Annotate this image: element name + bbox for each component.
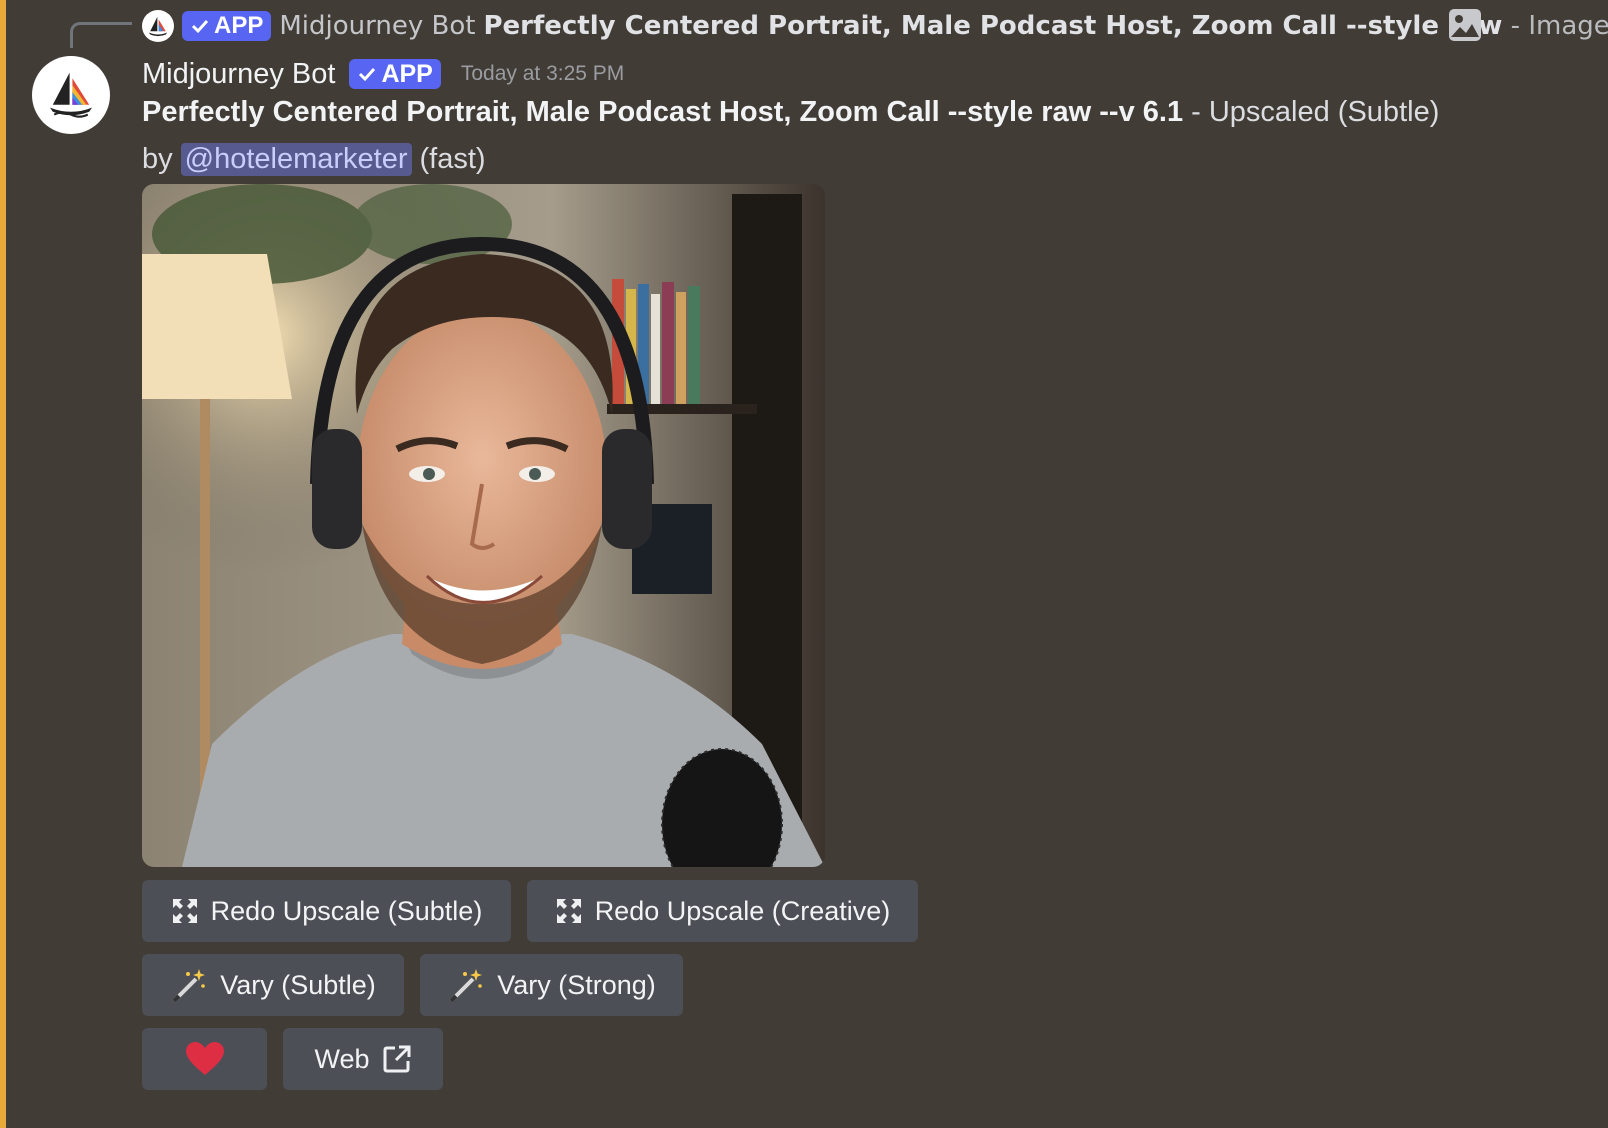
- author-name[interactable]: Midjourney Bot: [142, 58, 335, 91]
- upscale-status: - Upscaled (Subtle): [1183, 96, 1440, 128]
- vary-strong-button[interactable]: Vary (Strong): [420, 954, 683, 1016]
- redo-upscale-creative-label: Redo Upscale (Creative): [594, 895, 891, 926]
- checkmark-icon: [359, 67, 376, 82]
- expand-arrows-icon: [171, 897, 199, 925]
- reply-connector: [70, 22, 132, 48]
- timestamp: Today at 3:25 PM: [460, 62, 625, 85]
- message-header: Midjourney Bot APP Today at 3:25 PM: [142, 52, 624, 96]
- bot-avatar[interactable]: [32, 56, 110, 134]
- expand-arrows-icon: [555, 897, 583, 925]
- reply-app-badge: APP: [182, 11, 272, 41]
- message-container: APP Midjourney Bot Perfectly Centered Po…: [0, 0, 1608, 1128]
- reply-author[interactable]: Midjourney Bot: [279, 11, 475, 41]
- reply-reference[interactable]: APP Midjourney Bot Perfectly Centered Po…: [142, 6, 1608, 46]
- redo-upscale-creative-button[interactable]: Redo Upscale (Creative): [527, 880, 918, 942]
- reply-suffix: - Image ...: [1510, 11, 1608, 41]
- prompt-text: Perfectly Centered Portrait, Male Podcas…: [142, 96, 1184, 128]
- web-link-button[interactable]: Web: [283, 1028, 443, 1090]
- message-content-line2: by @hotelemarketer (fast): [142, 138, 486, 180]
- external-link-icon: [382, 1044, 412, 1074]
- redo-upscale-subtle-button[interactable]: Redo Upscale (Subtle): [142, 880, 511, 942]
- web-label: Web: [314, 1043, 370, 1074]
- generated-image[interactable]: [142, 184, 825, 867]
- portrait-illustration: [142, 184, 825, 867]
- reply-avatar[interactable]: [142, 10, 174, 42]
- image-icon: [1449, 9, 1481, 41]
- reply-prompt: Perfectly Centered Portrait, Male Podcas…: [483, 11, 1503, 41]
- by-label: by: [142, 142, 173, 175]
- vary-subtle-button[interactable]: Vary (Subtle): [142, 954, 404, 1016]
- checkmark-icon: [191, 19, 209, 34]
- redo-upscale-subtle-label: Redo Upscale (Subtle): [210, 895, 483, 926]
- favorite-button[interactable]: [142, 1028, 267, 1090]
- reply-snippet[interactable]: Perfectly Centered Portrait, Male Podcas…: [483, 11, 1608, 41]
- app-badge: APP: [349, 59, 441, 89]
- vary-strong-label: Vary (Strong): [497, 969, 656, 1000]
- sailboat-logo-icon: [148, 16, 168, 37]
- sailboat-logo-icon: [50, 72, 92, 118]
- vary-subtle-label: Vary (Subtle): [220, 969, 376, 1000]
- heart-icon: [185, 1041, 225, 1077]
- reply-app-badge-label: APP: [214, 12, 264, 39]
- app-badge-label: APP: [381, 59, 433, 88]
- user-mention[interactable]: @hotelemarketer: [180, 142, 412, 176]
- magic-wand-icon: [447, 966, 485, 1004]
- speed-mode: (fast): [419, 142, 486, 175]
- highlight-bar: [0, 0, 6, 1128]
- message-content-line1: Perfectly Centered Portrait, Male Podcas…: [142, 96, 1439, 138]
- magic-wand-icon: [170, 966, 208, 1004]
